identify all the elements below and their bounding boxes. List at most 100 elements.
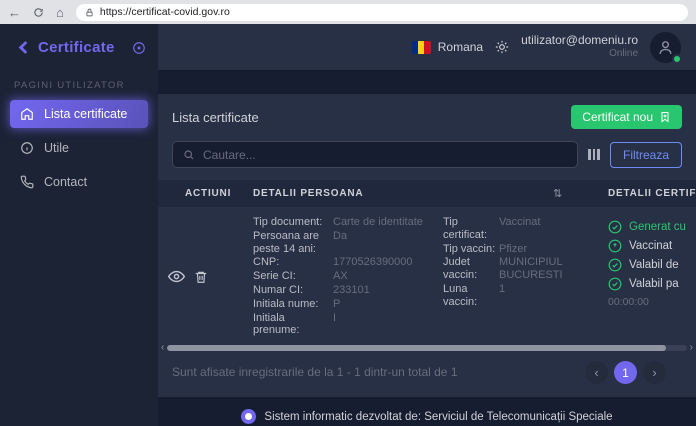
new-certificate-button[interactable]: Certificat nou: [571, 105, 682, 129]
address-bar[interactable]: https://certificat-covid.gov.ro: [76, 4, 688, 21]
detail-value: I: [333, 312, 425, 338]
pagination-next-button[interactable]: ›: [643, 361, 666, 384]
pagination-prev-button[interactable]: ‹: [585, 361, 608, 384]
detail-value: 233101: [333, 284, 425, 297]
brand[interactable]: Certificate: [0, 24, 158, 66]
detail-value: P: [333, 298, 425, 311]
status-item: Vaccinat: [608, 236, 696, 255]
column-visibility-icon[interactable]: [588, 149, 600, 160]
sidebar-item-label: Utile: [44, 141, 69, 155]
search-icon: [183, 149, 195, 161]
sidebar: Certificate PAGINI UTILIZATOR Lista cert…: [0, 24, 158, 426]
home-icon: [20, 107, 34, 121]
countdown-timer: 00:00:00: [608, 296, 696, 308]
lock-icon: [85, 8, 94, 17]
reload-icon[interactable]: [33, 7, 44, 18]
detail-label: Initiala nume:: [253, 298, 333, 311]
detail-label: Tip document:: [253, 216, 333, 229]
check-circle-icon: [608, 258, 622, 272]
detail-label: Tip vaccin:: [443, 243, 499, 256]
sidebar-item-lista-certificate[interactable]: Lista certificate: [10, 100, 148, 128]
online-status-dot: [672, 54, 682, 64]
romania-flag-icon: [412, 41, 431, 54]
page-footer: Sistem informatic dezvoltat de: Serviciu…: [158, 409, 696, 424]
detail-label: Luna vaccin:: [443, 283, 499, 309]
detail-label: Initiala prenume:: [253, 312, 333, 338]
language-selector[interactable]: Romana: [412, 40, 483, 54]
status-item: Generat cu: [608, 217, 696, 236]
menu-toggle-icon[interactable]: [132, 41, 146, 55]
info-icon: [20, 141, 34, 155]
detail-value: Carte de identitate: [333, 216, 425, 229]
sidebar-section-label: PAGINI UTILIZATOR: [14, 80, 144, 91]
status-label: Vaccinat: [629, 240, 672, 252]
detail-value: 1770526390000: [333, 256, 425, 269]
brand-name: Certificate: [38, 39, 125, 56]
detail-label: CNP:: [253, 256, 333, 269]
language-label: Romana: [438, 40, 483, 54]
header-detalii-certificat: DETALII CERTIFI: [608, 188, 696, 199]
detail-value: MUNICIPIUL BUCURESTI: [499, 256, 599, 282]
scrollbar-thumb[interactable]: [167, 345, 666, 351]
sidebar-item-utile[interactable]: Utile: [10, 134, 148, 162]
browser-chrome: ← ⌂ https://certificat-covid.gov.ro: [0, 0, 696, 24]
sort-icon[interactable]: ⇅: [553, 187, 563, 200]
user-status: Online: [521, 48, 638, 61]
status-label: Generat cu: [629, 221, 686, 233]
theme-toggle-sun-icon[interactable]: [495, 40, 509, 54]
detail-label: Persoana are peste 14 ani:: [253, 230, 333, 256]
search-input[interactable]: [203, 148, 567, 162]
search-box: [172, 141, 578, 168]
url-text: https://certificat-covid.gov.ro: [100, 6, 230, 18]
user-email: utilizator@domeniu.ro: [521, 33, 638, 48]
results-summary: Sunt afisate inregistrarile de la 1 - 1 …: [172, 365, 458, 381]
detail-label: Numar CI:: [253, 284, 333, 297]
delete-icon[interactable]: [194, 270, 208, 284]
check-circle-icon: [608, 277, 622, 291]
sidebar-item-contact[interactable]: Contact: [10, 168, 148, 196]
detail-label: Tip certificat:: [443, 216, 499, 242]
filter-button[interactable]: Filtreaza: [610, 142, 682, 168]
phone-icon: [20, 175, 34, 189]
table-row: Tip document: Carte de identitate Persoa…: [158, 207, 696, 343]
check-circle-icon: [608, 220, 622, 234]
certificates-card: Lista certificate Certificat nou: [158, 94, 696, 397]
horizontal-scrollbar[interactable]: ‹ ›: [158, 343, 696, 353]
status-label: Valabil de: [629, 259, 679, 271]
detail-value: AX: [333, 270, 425, 283]
brand-logo-icon: [14, 39, 31, 56]
new-certificate-label: Certificat nou: [582, 110, 653, 124]
status-column: Generat cu Vaccinat: [608, 216, 696, 337]
topbar: Romana utilizator@domeniu.ro Online: [158, 24, 696, 70]
sidebar-item-label: Contact: [44, 175, 87, 189]
bookmark-plus-icon: [659, 111, 671, 123]
detail-label: Judet vaccin:: [443, 256, 499, 282]
sts-logo-icon: [241, 409, 256, 424]
detail-value: Da: [333, 230, 425, 256]
status-item: Valabil pa: [608, 274, 696, 293]
avatar[interactable]: [650, 32, 681, 63]
home-icon[interactable]: ⌂: [56, 6, 64, 19]
pagination: ‹ 1 ›: [585, 361, 666, 384]
view-icon[interactable]: [168, 268, 185, 285]
pagination-page-1[interactable]: 1: [614, 361, 637, 384]
scrollbar-track[interactable]: [167, 345, 686, 351]
screen: ← ⌂ https://certificat-covid.gov.ro Cert…: [0, 0, 696, 426]
card-title: Lista certificate: [172, 110, 259, 125]
header-detalii-persoana: DETALII PERSOANA: [253, 188, 363, 199]
detail-value: Pfizer: [499, 243, 599, 256]
user-menu[interactable]: utilizator@domeniu.ro Online: [521, 33, 638, 61]
check-circle-icon: [608, 239, 622, 253]
sidebar-item-label: Lista certificate: [44, 107, 127, 121]
back-icon[interactable]: ←: [8, 6, 21, 19]
footer-text: Sistem informatic dezvoltat de: Serviciu…: [264, 411, 612, 423]
header-actiuni: ACTIUNI: [158, 188, 253, 199]
persoana-details: Tip document: Carte de identitate Persoa…: [253, 216, 443, 337]
main-content: Romana utilizator@domeniu.ro Online: [158, 24, 696, 426]
status-item: Valabil de: [608, 255, 696, 274]
detail-label: Serie CI:: [253, 270, 333, 283]
detail-value: 1: [499, 283, 599, 309]
status-label: Valabil pa: [629, 278, 679, 290]
scroll-left-icon[interactable]: ‹: [161, 343, 164, 353]
scroll-right-icon[interactable]: ›: [690, 343, 693, 353]
